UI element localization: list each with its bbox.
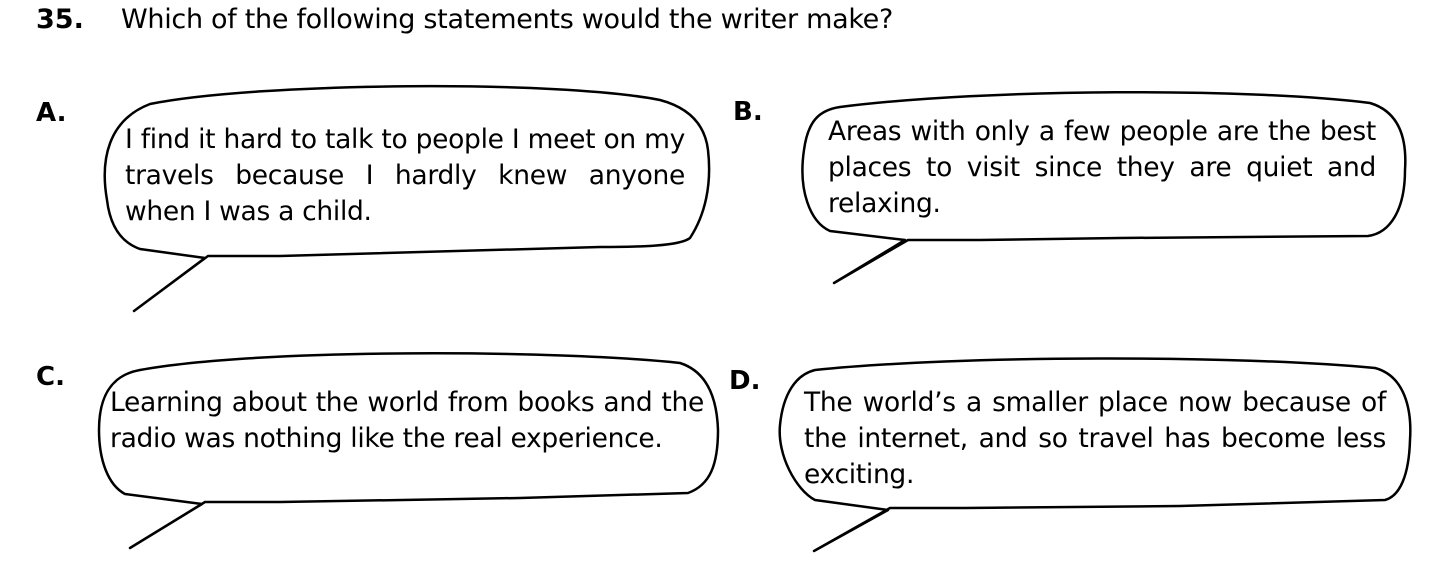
option-b-text: Areas with only a few people are the bes… xyxy=(828,116,1376,219)
option-c-letter: C. xyxy=(36,362,65,392)
option-c-text: Learning about the world from books and … xyxy=(110,387,704,454)
option-d-letter: D. xyxy=(729,366,761,396)
option-a-letter: A. xyxy=(36,98,67,128)
option-a-text: I find it hard to talk to people I meet … xyxy=(125,124,685,227)
option-b-letter: B. xyxy=(733,97,763,127)
option-d-text: The world’s a smaller place now because … xyxy=(804,387,1386,490)
